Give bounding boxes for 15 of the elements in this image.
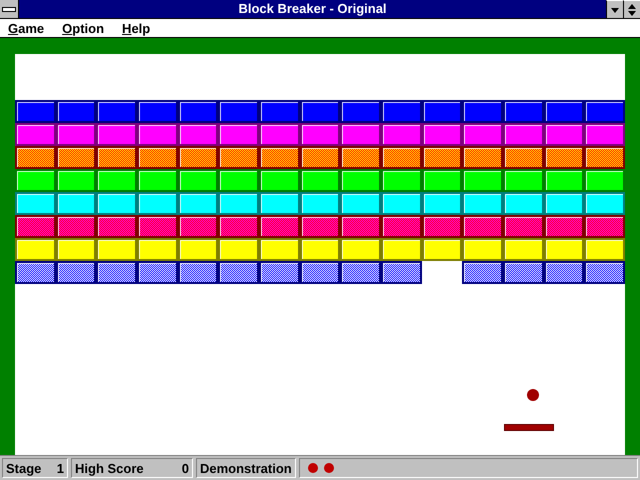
stage-value: 1 (56, 460, 64, 476)
mode-text: Demonstration (200, 460, 292, 476)
ball (527, 389, 539, 401)
high-score-value: 0 (182, 460, 189, 476)
menu-item[interactable]: Help (122, 20, 150, 36)
minimize-button[interactable] (606, 0, 623, 18)
system-menu-button[interactable] (0, 0, 19, 18)
high-score-label: High Score (75, 460, 144, 476)
stage-label: Stage (6, 460, 42, 476)
menu-item[interactable]: Game (8, 20, 44, 36)
down-arrow-icon (610, 6, 620, 14)
up-down-arrow-icon (627, 2, 637, 16)
window-title: Block Breaker - Original (237, 0, 388, 18)
menu-item[interactable]: Option (62, 20, 104, 36)
restore-button[interactable] (623, 0, 640, 18)
